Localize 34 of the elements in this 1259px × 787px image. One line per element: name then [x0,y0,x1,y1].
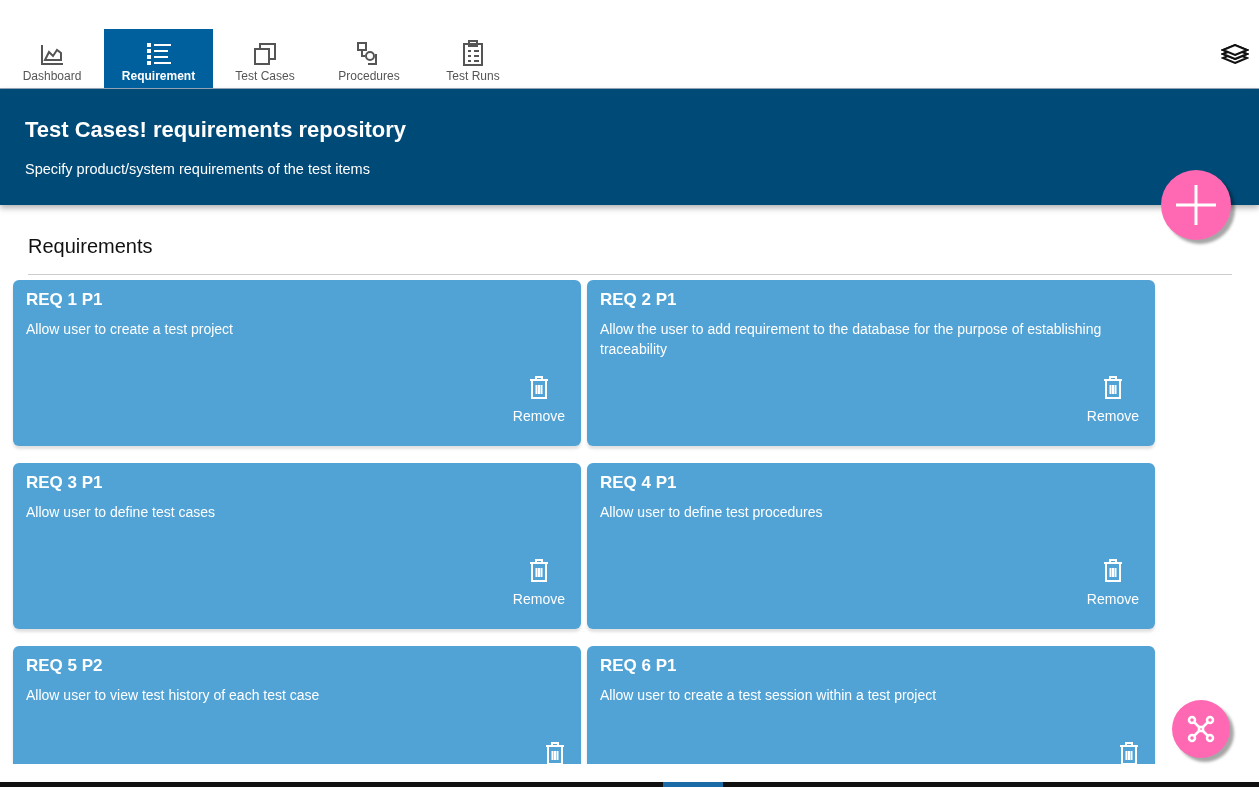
card-title: REQ 5 P2 [26,656,104,676]
network-button[interactable] [1172,700,1230,758]
banner-title: Test Cases! requirements repository [25,117,408,143]
nav-tab[interactable]: Test Runs [421,29,525,88]
banner-subtitle: Specify product/system requirements of the test items [25,161,371,177]
trash-icon[interactable] [1102,559,1123,583]
card-description: Allow user to define test cases [26,503,217,522]
card-description: Allow user to view test history of each test case [26,686,321,705]
nav-tab[interactable]: Requirement [104,29,213,88]
nav-tab[interactable]: Test Cases [213,29,317,88]
section-title: Requirements [28,235,154,258]
plus-icon [1175,184,1217,226]
trash-icon[interactable] [1119,742,1139,764]
card-description: Allow user to define test procedures [600,503,824,522]
trash-icon[interactable] [528,559,549,583]
card-description: Allow the user to add requirement to the database for the purpose of establishing traceability [600,320,1103,359]
list-icon [145,42,172,66]
trash-icon[interactable] [528,376,549,400]
trash-icon[interactable] [1102,376,1123,400]
chart-icon [40,44,64,66]
trash-icon[interactable] [545,742,565,764]
card-title: REQ 6 P1 [600,656,678,676]
copy-icon [253,42,277,66]
card-title: REQ 2 P1 [600,290,678,310]
card-title: REQ 1 P1 [26,290,104,310]
nav-tab[interactable]: Dashboard [0,29,104,88]
card-description: Allow user to create a test project [26,320,234,339]
scroll-indicator [663,782,723,787]
card-description: Allow user to create a test session within a test project [600,686,938,705]
card-title: REQ 3 P1 [26,473,104,493]
network-icon [1187,715,1215,743]
card-title: REQ 4 P1 [600,473,678,493]
clipboard-icon [462,40,484,66]
nav-tab[interactable]: Procedures [317,29,421,88]
